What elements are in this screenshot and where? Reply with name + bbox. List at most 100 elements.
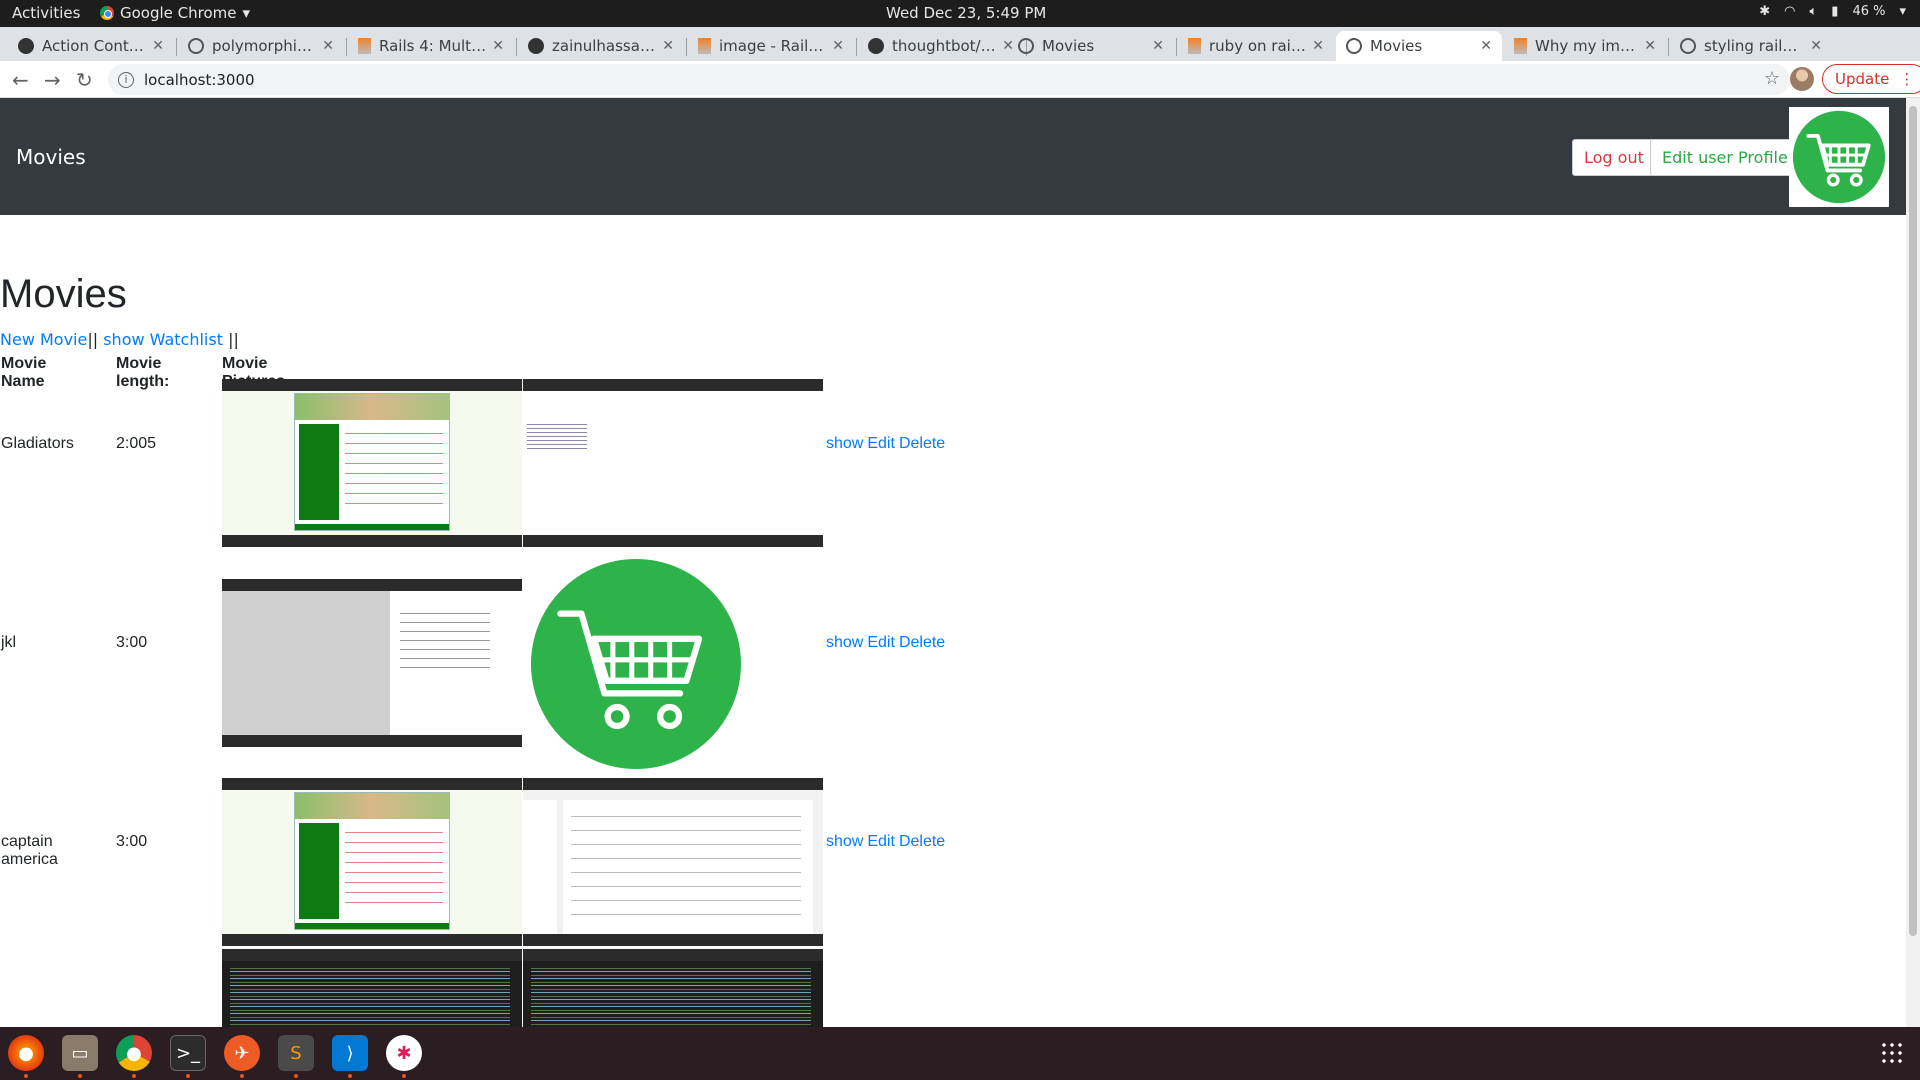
close-icon[interactable]: ✕ [1152,38,1164,54]
page-title: Movies [0,272,127,316]
tab-polymorphic[interactable]: polymorphic as ✕ [178,31,344,61]
close-icon[interactable]: ✕ [152,38,164,54]
separator: || [87,330,99,349]
cart-button[interactable] [1789,107,1889,207]
close-icon[interactable]: ✕ [1312,38,1324,54]
address-bar[interactable]: i localhost:3000 ☆ [108,64,1790,95]
globe-icon [1346,38,1362,54]
vscode-icon[interactable]: ⟩ [332,1035,368,1071]
tab-movies-active[interactable]: Movies ✕ [1336,31,1502,61]
info-icon[interactable]: i [118,71,134,88]
close-icon[interactable]: ✕ [1644,38,1656,54]
show-watchlist-link[interactable]: show Watchlist [103,330,223,349]
kebab-menu-icon: ⋮ [1899,70,1915,88]
firefox-icon[interactable]: ● [8,1035,44,1071]
show-applications-icon[interactable] [1880,1041,1904,1065]
tab-ruby-on-rails[interactable]: ruby on rails - ✕ [1178,31,1334,61]
tab-action-control[interactable]: Action Control ✕ [8,31,174,61]
tab-styling-rails[interactable]: styling rails fo ✕ [1670,31,1832,61]
files-icon[interactable]: ▭ [62,1035,98,1071]
google-icon [1680,38,1696,54]
tab-label: Rails 4: Multipl [379,37,487,55]
page-links: New Movie|| show Watchlist || [0,330,239,349]
clock[interactable]: Wed Dec 23, 5:49 PM [886,4,1046,22]
new-movie-link[interactable]: New Movie [0,330,87,349]
app-name: Google Chrome [120,4,237,22]
close-icon[interactable]: ✕ [662,38,674,54]
edit-link[interactable]: Edit [867,435,895,452]
tab-zainulhassan[interactable]: zainulhassan0 ✕ [518,31,684,61]
bookmark-star-icon[interactable]: ☆ [1764,68,1780,89]
edit-profile-button[interactable]: Edit user Profile [1650,139,1800,176]
stackoverflow-icon [1514,38,1527,54]
github-icon [868,38,884,54]
globe-icon [1018,38,1034,54]
movie-name: jkl [1,634,17,651]
movie-picture [222,579,522,747]
movie-picture [222,778,522,946]
tab-label: Why my image [1535,37,1639,55]
site-navbar: Movies Log out Edit user Profile [0,98,1906,215]
tab-image-rails[interactable]: image - Rails 4 ✕ [688,31,854,61]
slack-tray-icon: ✱ [1759,4,1771,19]
navbar-brand[interactable]: Movies [16,145,86,169]
delete-link[interactable]: Delete [899,833,945,850]
close-icon[interactable]: ✕ [832,38,844,54]
delete-link[interactable]: Delete [899,435,945,452]
close-icon[interactable]: ✕ [1810,38,1822,54]
tab-rails-multiple[interactable]: Rails 4: Multipl ✕ [348,31,514,61]
google-icon [188,38,204,54]
movie-name: captain america [1,833,58,868]
show-link[interactable]: show [826,634,863,651]
wifi-icon: ◠ [1784,4,1796,19]
slack-icon[interactable]: ✱ [386,1035,422,1071]
logout-button[interactable]: Log out [1572,139,1656,176]
page-viewport: Movies Log out Edit user Profile Movies … [0,98,1920,1027]
movie-length: 3:00 [116,833,148,850]
tab-label: image - Rails 4 [719,37,827,55]
update-label: Update [1835,70,1890,88]
close-icon[interactable]: ✕ [492,38,504,54]
stackoverflow-icon [698,38,711,54]
scrollbar-thumb[interactable] [1909,106,1917,936]
column-header-length: Movie length: [116,355,170,390]
show-link[interactable]: show [826,435,863,452]
reload-icon[interactable]: ↻ [76,68,93,92]
postman-icon[interactable]: ✈ [224,1035,260,1071]
activities-button[interactable]: Activities [12,4,80,22]
close-icon[interactable]: ✕ [1480,38,1492,54]
page-scrollbar[interactable] [1906,98,1920,1027]
close-icon[interactable]: ✕ [322,38,334,54]
edit-link[interactable]: Edit [867,634,895,651]
system-top-bar: Activities Google Chrome ▾ Wed Dec 23, 5… [0,0,1920,27]
tab-label: styling rails fo [1704,37,1805,55]
forward-icon[interactable]: → [44,68,61,92]
shopping-cart-icon [531,559,741,769]
delete-link[interactable]: Delete [899,634,945,651]
tab-strip: Action Control ✕ polymorphic as ✕ Rails … [0,27,1920,82]
update-button[interactable]: Update ⋮ [1822,64,1920,94]
tab-thoughtbot[interactable]: thoughtbot/pa ✕ [858,31,1024,61]
tab-movies[interactable]: Movies ✕ [1008,31,1174,61]
terminal-icon[interactable]: >_ [170,1035,206,1071]
back-icon[interactable]: ← [12,68,29,92]
tab-label: zainulhassan0 [552,37,657,55]
chrome-icon [100,6,114,20]
movie-picture [523,778,823,946]
profile-avatar[interactable] [1790,67,1814,91]
sublime-icon[interactable]: S [278,1035,314,1071]
movie-picture [222,379,522,547]
stackoverflow-icon [358,38,371,54]
tab-why-my-image[interactable]: Why my image ✕ [1504,31,1666,61]
battery-percent: 46 % [1852,4,1886,19]
tab-label: Movies [1370,37,1423,55]
shopping-cart-icon [1792,110,1886,204]
tab-label: polymorphic as [212,37,317,55]
show-link[interactable]: show [826,833,863,850]
edit-link[interactable]: Edit [867,833,895,850]
row-actions: show Edit Delete [826,435,949,453]
app-menu[interactable]: Google Chrome ▾ [100,4,250,22]
status-area[interactable]: ✱ ◠ 🔈︎ ▮ 46 % ▾ [1759,4,1906,19]
chrome-icon[interactable]: ● [116,1035,152,1071]
github-icon [528,38,544,54]
